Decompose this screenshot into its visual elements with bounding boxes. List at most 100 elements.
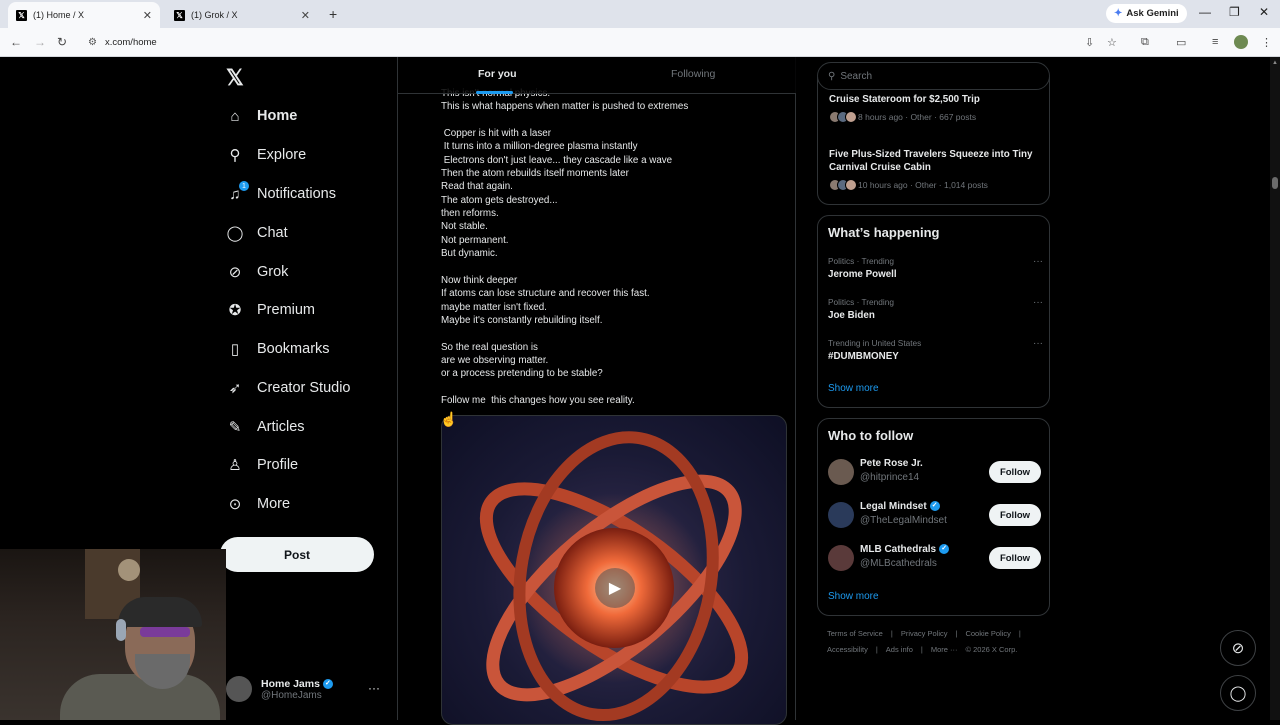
back-icon[interactable]: ← — [10, 35, 22, 49]
nav-item-explore[interactable]: ⚲ Explore — [226, 140, 307, 170]
footer-separator: | — [1018, 629, 1021, 638]
more-options-icon[interactable]: ··· — [1033, 256, 1043, 267]
forward-icon[interactable]: → — [34, 35, 46, 49]
more-options-icon[interactable]: ··· — [1033, 338, 1043, 349]
nav-item-articles[interactable]: ✎ Articles — [226, 412, 305, 442]
verified-badge-icon: ✓ — [939, 544, 950, 555]
nav-item-bookmarks[interactable]: ▯ Bookmarks — [226, 334, 330, 364]
news-title: Five Plus-Sized Travelers Squeeze into T… — [829, 149, 1033, 173]
footer-link[interactable]: Ads info — [886, 645, 913, 654]
close-tab-icon[interactable]: ✕ — [143, 9, 152, 22]
close-window-icon[interactable]: ✕ — [1259, 5, 1269, 19]
post-line: Follow me this changes how you see reali… — [441, 394, 635, 406]
x-page: 𝕏 ⌂ Home ⚲ Explore ♫ 1 Notifications ◯ Ch… — [0, 57, 1280, 725]
browser-profile-avatar[interactable] — [1234, 35, 1248, 49]
chat-icon: ◯ — [226, 225, 244, 242]
x-logo-icon[interactable]: 𝕏 — [226, 65, 244, 91]
nav-item-notifications[interactable]: ♫ 1 Notifications — [226, 179, 336, 209]
scrollbar-thumb[interactable] — [1272, 177, 1278, 189]
show-more-link[interactable]: Show more — [828, 383, 879, 394]
nav-item-home[interactable]: ⌂ Home — [226, 101, 297, 131]
webcam-overlay — [0, 549, 226, 720]
footer-separator: | — [875, 645, 878, 654]
post-button[interactable]: Post — [220, 537, 374, 572]
news-item[interactable]: Cruise Stateroom for $2,500 Trip 8 hours… — [829, 93, 1044, 123]
nav-item-profile[interactable]: ♙ Profile — [226, 450, 298, 480]
account-switcher[interactable]: Home Jams ✓ @HomeJams ··· — [226, 669, 386, 709]
trend-item[interactable]: Politics · Trending Joe Biden ··· — [828, 297, 1043, 321]
trend-name: #DUMBMONEY — [828, 351, 899, 362]
site-settings-icon[interactable]: ⚙ — [88, 37, 97, 48]
headset — [116, 619, 126, 641]
browser-tab-home[interactable]: 𝕏 (1) Home / X ✕ — [8, 2, 160, 28]
url-text: x.com/home — [104, 37, 157, 48]
nav-item-grok[interactable]: ⊘ Grok — [226, 257, 289, 287]
follow-button[interactable]: Follow — [989, 461, 1041, 483]
post-video[interactable]: ▶ — [441, 415, 787, 725]
play-icon[interactable]: ▶ — [595, 568, 635, 608]
follow-button[interactable]: Follow — [989, 504, 1041, 526]
show-more-link[interactable]: Show more — [828, 591, 879, 602]
bookmark-star-icon[interactable]: ☆ — [1107, 36, 1117, 49]
search-input[interactable]: ⚲ Search — [817, 62, 1050, 90]
nav-label: Chat — [257, 225, 288, 241]
page-scrollbar[interactable] — [1270, 57, 1280, 720]
nav-item-chat[interactable]: ◯ Chat — [226, 218, 288, 248]
follow-suggestion[interactable]: Pete Rose Jr. @hitprince14 Follow — [828, 457, 1041, 489]
post-line: This is what happens when matter is push… — [441, 101, 689, 113]
news-item[interactable]: Five Plus-Sized Travelers Squeeze into T… — [829, 148, 1044, 191]
who-to-follow-card: Who to follow Pete Rose Jr. @hitprince14… — [817, 418, 1050, 616]
tab-title: (1) Home / X — [33, 10, 85, 20]
post-line: The atom gets destroyed... — [441, 194, 558, 206]
media-control-icon[interactable]: ≡ — [1212, 36, 1218, 48]
news-card: Cruise Stateroom for $2,500 Trip 8 hours… — [817, 77, 1050, 205]
post-text: This isn't normal physics. This is what … — [441, 87, 781, 407]
browser-menu-icon[interactable]: ⋮ — [1261, 36, 1272, 49]
trend-name: Joe Biden — [828, 310, 875, 321]
url-field[interactable]: ⚙ x.com/home — [80, 32, 1080, 53]
ask-gemini-button[interactable]: ✦ Ask Gemini — [1106, 4, 1187, 23]
nav-item-more[interactable]: ⊙ More — [226, 489, 290, 519]
follow-suggestion[interactable]: MLB Cathedrals ✓ @MLBcathedrals Follow — [828, 543, 1041, 575]
new-tab-icon[interactable]: + — [329, 6, 337, 22]
footer-link[interactable]: Cookie Policy — [965, 629, 1010, 638]
trend-item[interactable]: Trending in United States #DUMBMONEY ··· — [828, 338, 1043, 362]
nav-item-premium[interactable]: ✪ Premium — [226, 295, 315, 325]
restore-icon[interactable]: ❐ — [1229, 5, 1240, 19]
browser-tab-grok[interactable]: 𝕏 (1) Grok / X ✕ — [166, 2, 318, 28]
gemini-icon: ✦ — [1114, 8, 1123, 19]
glasses — [140, 627, 190, 637]
split-view-icon[interactable]: ▭ — [1176, 36, 1186, 49]
install-icon[interactable]: ⇩ — [1085, 36, 1094, 49]
minimize-icon[interactable]: — — [1199, 5, 1211, 19]
x-favicon-icon: 𝕏 — [16, 9, 27, 21]
tab-for-you[interactable]: For you — [478, 68, 517, 80]
footer-link[interactable]: Terms of Service — [827, 629, 883, 638]
follow-button[interactable]: Follow — [989, 547, 1041, 569]
footer-link[interactable]: Privacy Policy — [901, 629, 948, 638]
post-line — [441, 114, 781, 127]
whats-happening-heading: What’s happening — [828, 225, 940, 240]
avatar-stack — [829, 111, 857, 123]
extensions-icon[interactable]: ⧉ — [1141, 36, 1149, 49]
post-line: Read that again. — [441, 181, 513, 193]
reload-icon[interactable]: ↻ — [57, 35, 67, 49]
footer-link[interactable]: Accessibility — [827, 645, 868, 654]
scroll-up-icon[interactable]: ▲ — [1272, 60, 1278, 66]
tab-following[interactable]: Following — [671, 68, 715, 80]
close-tab-icon[interactable]: ✕ — [301, 9, 310, 22]
post-line — [441, 381, 781, 394]
more-options-icon[interactable]: ··· — [368, 681, 380, 695]
feed-tabs: For you Following — [398, 57, 796, 94]
right-sidebar: Cruise Stateroom for $2,500 Trip 8 hours… — [817, 57, 1050, 720]
trend-item[interactable]: Politics · Trending Jerome Powell ··· — [828, 256, 1043, 280]
nav-item-creator-studio[interactable]: ➶ Creator Studio — [226, 373, 351, 403]
post-line: Now think deeper — [441, 274, 518, 286]
post-line: Then the atom rebuilds itself moments la… — [441, 168, 629, 180]
follow-suggestion[interactable]: Legal Mindset ✓ @TheLegalMindset Follow — [828, 500, 1041, 532]
post-line: then reforms. — [441, 208, 499, 220]
more-options-icon[interactable]: ··· — [1033, 297, 1043, 308]
grok-fab-icon[interactable]: ⊘ — [1220, 630, 1256, 666]
messages-fab-icon[interactable]: ◯ — [1220, 675, 1256, 711]
footer-link[interactable]: More ··· — [931, 645, 958, 654]
